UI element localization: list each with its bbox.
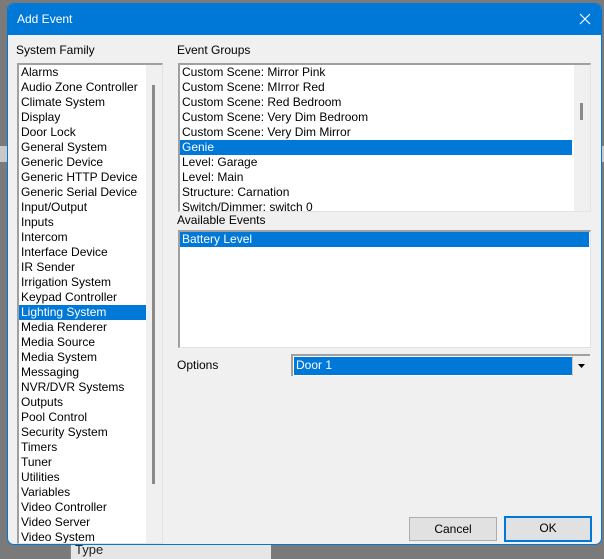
list-item[interactable]: Video Server [19, 515, 146, 530]
list-item[interactable]: Alarms [19, 65, 146, 80]
chevron-down-icon [578, 364, 585, 368]
list-item[interactable]: Inputs [19, 215, 146, 230]
list-item[interactable]: Media Source [19, 335, 146, 350]
system-family-list[interactable]: Alarms Audio Zone Controller Climate Syste… [17, 63, 163, 544]
list-item[interactable]: Input/Output [19, 200, 146, 215]
list-item[interactable]: Audio Zone Controller [19, 80, 146, 95]
list-item[interactable]: Battery Level [180, 232, 589, 247]
list-item[interactable]: Genie [180, 140, 572, 155]
ok-button[interactable]: OK [504, 516, 592, 542]
list-item[interactable]: Pool Control [19, 410, 146, 425]
system-family-scrollbar[interactable] [146, 65, 162, 543]
list-item[interactable]: Irrigation System [19, 275, 146, 290]
list-item[interactable]: Level: Main [180, 170, 572, 185]
list-item[interactable]: Intercom [19, 230, 146, 245]
list-item[interactable]: Variables [19, 485, 146, 500]
list-item[interactable]: Generic Serial Device [19, 185, 146, 200]
list-item[interactable]: Structure: Carnation [180, 185, 572, 200]
list-item[interactable]: Keypad Controller [19, 290, 146, 305]
list-item[interactable]: Switch/Dimmer: switch 0 [180, 200, 572, 211]
available-events-list[interactable]: Battery Level [178, 230, 591, 348]
list-item[interactable]: Level: Garage [180, 155, 572, 170]
list-item[interactable]: Display [19, 110, 146, 125]
list-item[interactable]: Door Lock [19, 125, 146, 140]
options-dropdown[interactable]: Door 1 [291, 354, 590, 376]
list-item[interactable]: Tuner [19, 455, 146, 470]
available-events-label: Available Events [177, 213, 266, 227]
list-item[interactable]: Security System [19, 425, 146, 440]
options-value: Door 1 [294, 357, 572, 375]
list-item[interactable]: Custom Scene: MIrror Red [180, 80, 572, 95]
close-icon [579, 13, 591, 25]
list-item[interactable]: Generic Device [19, 155, 146, 170]
list-item[interactable]: Media Renderer [19, 320, 146, 335]
list-item[interactable]: Generic HTTP Device [19, 170, 146, 185]
list-item[interactable]: Custom Scene: Mirror Pink [180, 65, 572, 80]
list-item[interactable]: Utilities [19, 470, 146, 485]
scrollbar-thumb[interactable] [152, 85, 155, 484]
list-item[interactable]: Media System [19, 350, 146, 365]
list-item[interactable]: Outputs [19, 395, 146, 410]
list-item[interactable]: General System [19, 140, 146, 155]
event-groups-list[interactable]: Custom Scene: Mirror Pink Custom Scene: M… [178, 63, 591, 212]
cancel-button[interactable]: Cancel [409, 517, 497, 541]
event-groups-label: Event Groups [177, 43, 251, 57]
list-item[interactable]: IR Sender [19, 260, 146, 275]
options-dropdown-button[interactable] [572, 356, 590, 376]
list-item[interactable]: Climate System [19, 95, 146, 110]
list-item[interactable]: Custom Scene: Very Dim Bedroom [180, 110, 572, 125]
add-event-dialog: Add Event System Family Alarms Audio Zone… [7, 3, 602, 545]
title-bar: Add Event [8, 4, 601, 35]
list-item[interactable]: Custom Scene: Red Bedroom [180, 95, 572, 110]
list-item[interactable]: Custom Scene: Very Dim Mirror [180, 125, 572, 140]
options-label: Options [177, 358, 219, 372]
event-groups-scrollbar[interactable] [574, 65, 590, 211]
list-item[interactable]: Lighting System [19, 305, 146, 320]
list-item[interactable]: Video System [19, 530, 146, 543]
close-button[interactable] [575, 9, 595, 29]
system-family-label: System Family [16, 43, 95, 57]
list-item[interactable]: Interface Device [19, 245, 146, 260]
dialog-title: Add Event [17, 12, 73, 26]
list-item[interactable]: Timers [19, 440, 146, 455]
list-item[interactable]: Video Controller [19, 500, 146, 515]
list-item[interactable]: NVR/DVR Systems [19, 380, 146, 395]
scrollbar-thumb[interactable] [580, 103, 583, 120]
list-item[interactable]: Messaging [19, 365, 146, 380]
